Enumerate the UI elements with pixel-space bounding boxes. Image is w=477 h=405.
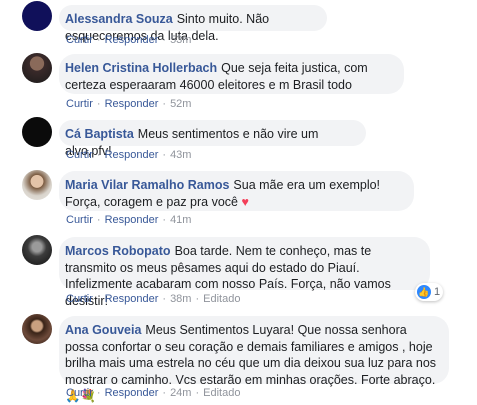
comment-time[interactable]: 38m bbox=[170, 293, 191, 305]
like-link[interactable]: Curtir bbox=[66, 214, 93, 226]
like-link[interactable]: Curtir bbox=[66, 98, 93, 110]
separator: · bbox=[96, 214, 101, 226]
separator: · bbox=[96, 387, 101, 399]
separator: · bbox=[162, 98, 167, 110]
separator: · bbox=[195, 293, 200, 305]
reply-link[interactable]: Responder bbox=[105, 34, 159, 46]
comment-author[interactable]: Alessandra Souza bbox=[65, 12, 173, 26]
separator: · bbox=[162, 293, 167, 305]
comment-actions: Curtir · Responder · 43m bbox=[66, 149, 191, 161]
comment-bubble: Cá Baptista Meus sentimentos e não vire u… bbox=[59, 120, 366, 158]
comment-time[interactable]: 53m bbox=[170, 34, 191, 46]
reply-link[interactable]: Responder bbox=[105, 149, 159, 161]
reply-link[interactable]: Responder bbox=[105, 387, 159, 399]
comment-bubble: Ana Gouveia Meus Sentimentos Luyara! Que … bbox=[59, 316, 449, 403]
reaction-count[interactable]: 👍 1 bbox=[415, 283, 444, 301]
comment-time[interactable]: 24m bbox=[170, 387, 191, 399]
reaction-number: 1 bbox=[434, 286, 441, 298]
edited-label[interactable]: Editado bbox=[203, 387, 240, 399]
comment-actions: Curtir · Responder · 52m bbox=[66, 98, 191, 110]
avatar[interactable] bbox=[22, 314, 52, 344]
comment-actions: Curtir · Responder · 38m · Editado bbox=[66, 293, 240, 305]
thumbs-up-icon: 👍 bbox=[417, 285, 431, 299]
separator: · bbox=[195, 387, 200, 399]
like-link[interactable]: Curtir bbox=[66, 34, 93, 46]
comment-time[interactable]: 52m bbox=[170, 98, 191, 110]
edited-label[interactable]: Editado bbox=[203, 293, 240, 305]
comment-actions: Curtir · Responder · 41m bbox=[66, 214, 191, 226]
like-link[interactable]: Curtir bbox=[66, 387, 93, 399]
comment-actions: Curtir · Responder · 53m bbox=[66, 34, 191, 46]
reply-link[interactable]: Responder bbox=[105, 98, 159, 110]
comment-author[interactable]: Ana Gouveia bbox=[65, 323, 141, 337]
comment-time[interactable]: 41m bbox=[170, 214, 191, 226]
comment-author[interactable]: Marcos Robopato bbox=[65, 244, 171, 258]
avatar[interactable] bbox=[22, 235, 52, 265]
separator: · bbox=[96, 293, 101, 305]
like-link[interactable]: Curtir bbox=[66, 293, 93, 305]
comment-bubble: Marcos Robopato Boa tarde. Nem te conheço… bbox=[59, 237, 430, 308]
separator: · bbox=[162, 214, 167, 226]
comment-author[interactable]: Helen Cristina Hollerbach bbox=[65, 61, 217, 75]
separator: · bbox=[162, 34, 167, 46]
heart-emoji: ♥ bbox=[241, 194, 249, 209]
separator: · bbox=[162, 387, 167, 399]
avatar[interactable] bbox=[22, 170, 52, 200]
reply-link[interactable]: Responder bbox=[105, 214, 159, 226]
comment-author[interactable]: Maria Vilar Ramalho Ramos bbox=[65, 178, 229, 192]
comment-author[interactable]: Cá Baptista bbox=[65, 127, 134, 141]
separator: · bbox=[96, 98, 101, 110]
avatar[interactable] bbox=[22, 117, 52, 147]
reply-link[interactable]: Responder bbox=[105, 293, 159, 305]
separator: · bbox=[162, 149, 167, 161]
comment-bubble: Helen Cristina Hollerbach Que seja feita … bbox=[59, 54, 404, 94]
comment-bubble: Alessandra Souza Sinto muito. Não esquece… bbox=[59, 5, 327, 43]
separator: · bbox=[96, 149, 101, 161]
avatar[interactable] bbox=[22, 53, 52, 83]
comment-bubble: Maria Vilar Ramalho Ramos Sua mãe era um … bbox=[59, 171, 414, 211]
comment-time[interactable]: 43m bbox=[170, 149, 191, 161]
like-link[interactable]: Curtir bbox=[66, 149, 93, 161]
avatar[interactable] bbox=[22, 1, 52, 31]
comment-actions: Curtir · Responder · 24m · Editado bbox=[66, 387, 240, 399]
separator: · bbox=[96, 34, 101, 46]
